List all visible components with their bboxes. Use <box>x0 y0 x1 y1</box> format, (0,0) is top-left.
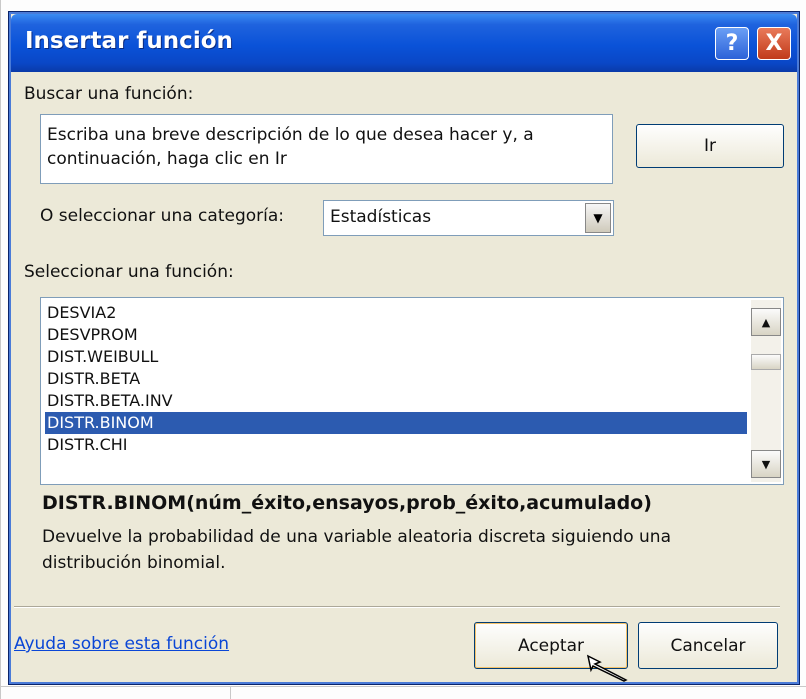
category-label: O seleccionar una categoría: <box>40 206 284 226</box>
category-value: Estadísticas <box>330 207 432 227</box>
category-select[interactable]: Estadísticas ▼ <box>323 200 614 236</box>
function-description: Devuelve la probabilidad de una variable… <box>42 527 671 573</box>
help-button[interactable]: ? <box>715 27 749 60</box>
arrow-down-icon[interactable]: ▼ <box>751 450 781 478</box>
function-list-item[interactable]: DESVPROM <box>45 324 747 346</box>
help-on-function-link[interactable]: Ayuda sobre esta función <box>14 634 229 654</box>
search-input[interactable]: Escriba una breve descripción de lo que … <box>40 114 613 184</box>
function-list-item[interactable]: DIST.WEIBULL <box>45 346 747 368</box>
list-scrollbar[interactable]: ▲ ▼ <box>751 300 781 482</box>
go-button-label: Ir <box>703 136 716 156</box>
cancel-button-label: Cancelar <box>670 635 746 656</box>
cancel-button[interactable]: Cancelar <box>638 622 778 669</box>
help-icon: ? <box>725 31 739 56</box>
chevron-down-icon[interactable]: ▼ <box>585 203 611 233</box>
ok-button-label: Aceptar <box>518 635 584 656</box>
function-list: DESVIA2 DESVPROM DIST.WEIBULL DISTR.BETA DIS… <box>45 302 747 456</box>
close-icon: X <box>765 31 783 56</box>
go-button[interactable]: Ir <box>636 124 784 168</box>
divider <box>14 606 780 608</box>
close-button[interactable]: X <box>757 27 791 60</box>
dialog-title: Insertar función <box>25 28 233 54</box>
arrow-up-icon[interactable]: ▲ <box>751 308 781 336</box>
title-bar[interactable]: Insertar función ? X <box>11 14 797 72</box>
function-listbox[interactable]: DESVIA2 DESVPROM DIST.WEIBULL DISTR.BETA DIS… <box>40 297 784 485</box>
function-list-item[interactable]: DESVIA2 <box>45 302 747 324</box>
function-list-item[interactable]: DISTR.BETA.INV <box>45 390 747 412</box>
function-signature: DISTR.BINOM(núm_éxito,ensayos,prob_éxito… <box>42 492 652 514</box>
scrollbar-thumb[interactable] <box>751 354 781 370</box>
function-list-label: Seleccionar una función: <box>24 262 234 282</box>
function-list-item[interactable]: DISTR.CHI <box>45 434 747 456</box>
search-label: Buscar una función: <box>24 84 194 104</box>
function-list-item[interactable]: DISTR.BINOM <box>45 412 747 434</box>
mouse-pointer-icon <box>586 654 628 682</box>
function-list-item[interactable]: DISTR.BETA <box>45 368 747 390</box>
